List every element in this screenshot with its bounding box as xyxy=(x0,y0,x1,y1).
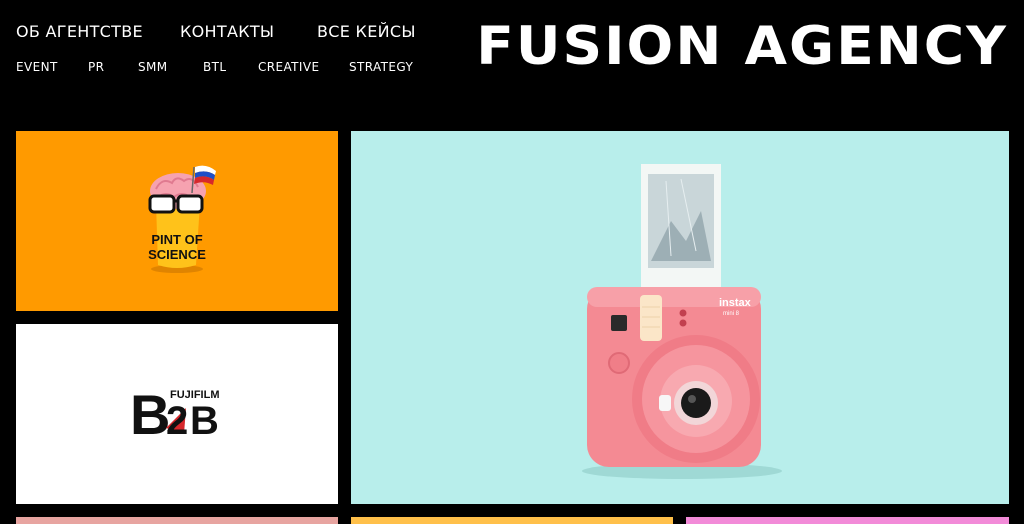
b2b-letter-b-right: B xyxy=(190,399,219,443)
case-tile-bottom-3[interactable] xyxy=(686,517,1009,524)
agency-logo[interactable]: FUSION AGENCY xyxy=(476,16,1008,77)
nav-link-all-cases[interactable]: ВСЕ КЕЙСЫ xyxy=(317,22,416,41)
b2b-digit-2: 2 xyxy=(166,399,188,443)
category-link-strategy[interactable]: STRATEGY xyxy=(349,60,413,74)
category-link-creative[interactable]: CREATIVE xyxy=(258,60,319,74)
instax-artwork: instax mini 8 xyxy=(351,131,1009,504)
pint-line1-text: PINT OF xyxy=(151,232,202,247)
instax-camera-icon: instax mini 8 xyxy=(587,287,761,467)
pint-of-science-artwork: PINT OF SCIENCE xyxy=(16,131,338,311)
nav-link-contacts[interactable]: КОНТАКТЫ xyxy=(180,22,274,41)
b2b-letter-b-left: B xyxy=(130,383,170,446)
case-tile-fujifilm-b2b[interactable]: B 2 B FUJIFILM xyxy=(16,324,338,504)
nav-link-about[interactable]: ОБ АГЕНТСТВЕ xyxy=(16,22,143,41)
case-tile-bottom-1[interactable] xyxy=(16,517,338,524)
instax-model-text: mini 8 xyxy=(723,311,740,317)
category-link-event[interactable]: EVENT xyxy=(16,60,58,74)
fujifilm-b2b-artwork: B 2 B FUJIFILM xyxy=(16,324,338,504)
pint-line2-text: SCIENCE xyxy=(148,247,206,262)
fujifilm-brand-text: FUJIFILM xyxy=(170,389,220,401)
category-link-btl[interactable]: BTL xyxy=(203,60,226,74)
case-tile-instax[interactable]: instax mini 8 xyxy=(351,131,1009,504)
case-tile-bottom-2[interactable] xyxy=(351,517,673,524)
instant-photo-icon xyxy=(641,164,721,294)
category-link-smm[interactable]: SMM xyxy=(138,60,168,74)
instax-brand-text: instax xyxy=(719,297,752,309)
case-tile-pint-of-science[interactable]: PINT OF SCIENCE xyxy=(16,131,338,311)
category-link-pr[interactable]: PR xyxy=(88,60,104,74)
